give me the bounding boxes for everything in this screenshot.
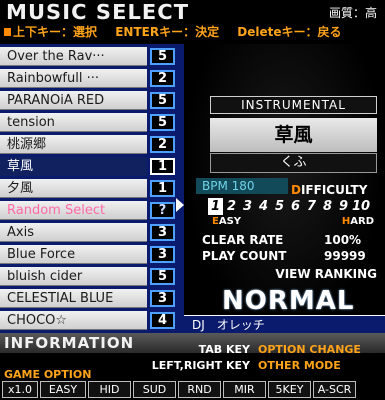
header: MUSIC SELECT 画質：高 上下キー：選択 ENTERキー：決定 Del… [0, 0, 385, 42]
difficulty-level-8: 8 [322, 199, 333, 214]
song-level-badge: 3 [150, 290, 175, 307]
difficulty-level-1: 1 [208, 198, 223, 215]
song-list-item[interactable]: tension 5 [0, 113, 182, 132]
song-list-item[interactable]: Rainbowfull ··· 2 [0, 69, 182, 88]
song-level-badge: 2 [150, 136, 175, 153]
song-name: Over the Rav··· [0, 47, 147, 66]
information-label: INFORMATION [4, 334, 135, 352]
song-list-item[interactable]: 草風 1 [0, 157, 182, 176]
clear-rate-label: CLEAR RATE [202, 233, 284, 247]
selection-arrow-icon [176, 198, 184, 212]
play-count-row: PLAY COUNT 99999 [202, 248, 380, 264]
song-level-badge: 5 [150, 48, 175, 65]
play-mode-label: NORMAL [222, 286, 355, 316]
song-title: 草風 [210, 118, 377, 152]
game-options: x1.0 EASY HID SUD RND MIR 5KEY A-SCR [2, 381, 385, 398]
song-list-item[interactable]: bluish cider 5 [0, 267, 182, 286]
game-option-label: GAME OPTION [4, 368, 92, 381]
song-level-badge: 2 [150, 70, 175, 87]
option-easy-button[interactable]: EASY [40, 381, 86, 398]
square-bullet-icon [4, 28, 11, 36]
artist-label: DJ オレッチ [184, 315, 385, 333]
difficulty-level-5: 5 [274, 199, 285, 214]
song-name: Blue Force [0, 245, 147, 264]
quality-setting: 画質：高 [328, 6, 377, 20]
song-list-item[interactable]: Axis 3 [0, 223, 182, 242]
option-mir-button[interactable]: MIR [223, 381, 266, 398]
song-list-item[interactable]: PARANOiA RED 5 [0, 91, 182, 110]
song-level-badge: ? [150, 202, 175, 219]
option-5key-button[interactable]: 5KEY [268, 381, 311, 398]
view-ranking-button[interactable]: VIEW RANKING [275, 267, 377, 281]
hard-label: HARD [341, 216, 374, 227]
difficulty-level-2: 2 [226, 199, 237, 214]
option-hid-button[interactable]: HID [88, 381, 131, 398]
lr-key-label: LEFT,RIGHT KEY [151, 359, 250, 372]
song-name: 桃源郷 [0, 135, 147, 154]
song-name: CELESTIAL BLUE [0, 289, 147, 308]
difficulty-level-10: 10 [352, 199, 371, 214]
song-name: bluish cider [0, 267, 147, 286]
play-count-value: 99999 [324, 249, 366, 263]
difficulty-level-6: 6 [290, 199, 301, 214]
song-level-badge: 3 [150, 246, 175, 263]
clear-rate-row: CLEAR RATE 100% [202, 232, 380, 248]
page-title: MUSIC SELECT [6, 0, 190, 24]
option-sud-button[interactable]: SUD [133, 381, 176, 398]
song-level-badge: 5 [150, 268, 175, 285]
easy-hard-labels: EASY HARD [208, 216, 384, 228]
song-name: PARANOiA RED [0, 91, 147, 110]
information-area: INFORMATION TAB KEY OPTION CHANGE LEFT,R… [0, 333, 385, 400]
song-level-badge: 5 [150, 92, 175, 109]
song-detail-panel: INSTRUMENTAL 草風 くふ BPM 180 DIFFICULTY 12… [184, 44, 385, 333]
song-level-badge: 1 [150, 180, 175, 197]
song-name: 夕風 [0, 179, 147, 198]
option-x1-0-button[interactable]: x1.0 [2, 381, 38, 398]
difficulty-level-9: 9 [338, 199, 349, 214]
song-list-item[interactable]: CHOCO☆ 4 [0, 311, 182, 330]
difficulty-level-3: 3 [242, 199, 253, 214]
lr-key-action: OTHER MODE [258, 359, 341, 372]
song-list-item[interactable]: Blue Force 3 [0, 245, 182, 264]
option-rnd-button[interactable]: RND [178, 381, 221, 398]
song-list-item[interactable]: 夕風 1 [0, 179, 182, 198]
song-name: tension [0, 113, 147, 132]
lr-key-row: LEFT,RIGHT KEY OTHER MODE [152, 358, 380, 374]
song-level-badge: 3 [150, 224, 175, 241]
difficulty-level-4: 4 [258, 199, 269, 214]
play-count-label: PLAY COUNT [202, 249, 287, 263]
song-reading: くふ [210, 153, 377, 173]
song-level-badge: 4 [150, 312, 175, 329]
song-name: Axis [0, 223, 147, 242]
key-hints: TAB KEY OPTION CHANGE LEFT,RIGHT KEY OTH… [152, 342, 380, 374]
song-list-item[interactable]: 桃源郷 2 [0, 135, 182, 154]
song-list-item[interactable]: Random Select? [0, 201, 182, 220]
song-level-badge: 5 [150, 114, 175, 131]
bpm-label: BPM 180 [196, 178, 288, 194]
option-a-scr-button[interactable]: A-SCR [313, 381, 356, 398]
genre-label: INSTRUMENTAL [210, 96, 377, 114]
tab-key-row: TAB KEY OPTION CHANGE [160, 342, 380, 358]
tab-key-label: TAB KEY [198, 343, 250, 356]
updown-hint: 上下キー：選択 [4, 25, 97, 39]
song-name: Random Select [0, 201, 147, 220]
song-list-item[interactable]: CELESTIAL BLUE 3 [0, 289, 182, 308]
difficulty-level-bar: 1 2 3 4 5 6 7 8 9 10 [208, 198, 384, 215]
song-name: CHOCO☆ [0, 311, 147, 330]
enter-hint: ENTERキー：決定 [115, 25, 220, 39]
song-list: Over the Rav··· 5 Rainbowfull ··· 2 PARANOiA… [0, 44, 185, 333]
song-stats: CLEAR RATE 100% PLAY COUNT 99999 [202, 232, 380, 264]
difficulty-level-7: 7 [306, 199, 317, 214]
easy-label: EASY [212, 216, 242, 227]
controls-hint: 上下キー：選択 ENTERキー：決定 Deleteキー：戻る [4, 23, 356, 40]
song-name: Rainbowfull ··· [0, 69, 147, 88]
clear-rate-value: 100% [324, 233, 362, 247]
song-name: 草風 [0, 157, 147, 176]
song-level-badge: 1 [150, 158, 175, 175]
difficulty-label: DIFFICULTY [291, 183, 368, 197]
song-list-item[interactable]: Over the Rav··· 5 [0, 47, 182, 66]
tab-key-action: OPTION CHANGE [258, 343, 361, 356]
delete-hint: Deleteキー：戻る [237, 25, 342, 39]
